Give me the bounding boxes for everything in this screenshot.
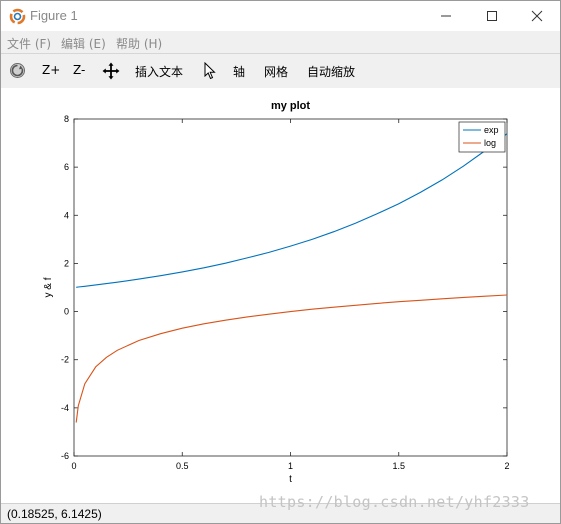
y-tick-label: 8 xyxy=(64,114,69,124)
close-button[interactable] xyxy=(514,1,560,31)
axes-box xyxy=(73,118,508,457)
insert-text-button[interactable]: 插入文本 xyxy=(135,63,183,80)
title-bar[interactable]: Figure 1 xyxy=(1,1,560,31)
rotate-icon[interactable] xyxy=(9,62,26,79)
x-tick-label: 1.5 xyxy=(392,461,405,471)
y-axis-label: y & f xyxy=(43,277,54,297)
watermark-text: https://blog.csdn.net/yhf2333 xyxy=(259,493,530,511)
chart-title: my plot xyxy=(271,100,310,112)
y-tick-label: 2 xyxy=(64,258,69,268)
pan-icon[interactable] xyxy=(102,62,120,80)
autoscale-button[interactable]: 自动缩放 xyxy=(307,63,355,80)
maximize-button[interactable] xyxy=(469,1,515,31)
menu-edit[interactable]: 编辑 (E) xyxy=(61,35,106,52)
menu-file[interactable]: 文件 (F) xyxy=(7,35,51,52)
legend-label-exp: exp xyxy=(484,125,499,135)
x-tick-label: 0.5 xyxy=(176,461,189,471)
y-tick-label: 0 xyxy=(64,307,69,317)
legend-label-log: log xyxy=(484,138,496,148)
menu-help[interactable]: 帮助 (H) xyxy=(116,35,162,52)
minimize-icon xyxy=(441,15,451,17)
plot-svg: my plot 0 0.5 1 1.5 2 -6 -4 -2 0 2 4 6 8 t y & f exp log xyxy=(43,100,510,485)
figure-toolbar: Z+ Z- 插入文本 轴 网格 自动缩放 xyxy=(1,53,560,89)
axis-button[interactable]: 轴 xyxy=(233,63,245,80)
y-tick-label: -4 xyxy=(61,403,69,413)
cursor-coordinates: (0.18525, 6.1425) xyxy=(7,507,102,521)
x-tick-label: 2 xyxy=(504,461,509,471)
y-tick-label: -6 xyxy=(61,451,69,461)
x-tick-label: 0 xyxy=(71,461,76,471)
zoom-in-button[interactable]: Z+ xyxy=(42,63,60,77)
y-tick-label: 4 xyxy=(64,210,69,220)
y-tick-label: -2 xyxy=(61,355,69,365)
window-title: Figure 1 xyxy=(30,8,78,23)
plot-canvas[interactable]: my plot 0 0.5 1 1.5 2 -6 -4 -2 0 2 4 6 8 t y & f exp log xyxy=(1,88,560,502)
close-icon xyxy=(531,10,543,22)
minimize-button[interactable] xyxy=(423,1,469,31)
maximize-icon xyxy=(487,11,497,21)
zoom-out-button[interactable]: Z- xyxy=(73,63,85,77)
x-axis-label: t xyxy=(289,474,292,485)
x-tick-label: 1 xyxy=(288,461,293,471)
select-cursor-icon[interactable] xyxy=(203,62,217,80)
grid-button[interactable]: 网格 xyxy=(264,63,288,80)
figure-window: Figure 1 文件 (F) 编辑 (E) 帮助 (H) Z+ Z- 插入文本… xyxy=(0,0,561,524)
menu-bar: 文件 (F) 编辑 (E) 帮助 (H) xyxy=(1,31,560,53)
octave-app-icon xyxy=(9,8,26,25)
y-tick-label: 6 xyxy=(64,162,69,172)
